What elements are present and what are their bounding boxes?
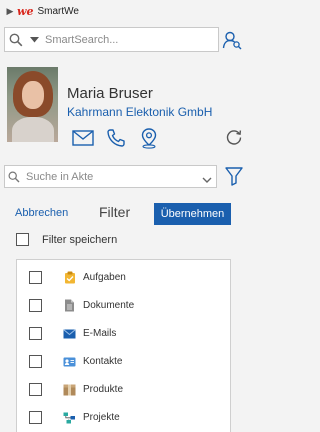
checkbox[interactable] (29, 271, 42, 284)
filter-title: Filter (99, 204, 131, 220)
cancel-button[interactable]: Abbrechen (15, 207, 68, 219)
checkbox[interactable] (29, 327, 42, 340)
list-item-aufgaben[interactable]: Aufgaben (17, 264, 230, 292)
document-icon (63, 299, 76, 312)
checkbox[interactable] (29, 299, 42, 312)
smartsearch-input[interactable] (41, 29, 211, 50)
user-search-icon[interactable] (221, 29, 243, 51)
search-scope-dropdown-icon[interactable] (27, 28, 41, 51)
filter-funnel-icon[interactable] (225, 166, 243, 186)
contact-company-link[interactable]: Kahrmann Elektonik GmbH (67, 105, 212, 119)
list-item-label: Aufgaben (83, 272, 126, 283)
map-pin-icon[interactable] (137, 126, 161, 150)
save-filter-checkbox[interactable] (16, 233, 29, 246)
email-icon[interactable] (71, 126, 95, 150)
akte-search-input[interactable] (23, 166, 193, 187)
project-icon (63, 411, 76, 424)
checkbox[interactable] (29, 411, 42, 424)
contact-card-icon (63, 355, 76, 368)
akte-search-box (4, 165, 217, 188)
smartsearch-box (4, 27, 219, 52)
list-item-label: Kontakte (83, 356, 123, 367)
collapse-chevron-icon[interactable]: ▶ (3, 6, 17, 17)
contact-name: Maria Bruser (67, 85, 153, 102)
app-title: SmartWe (37, 5, 79, 17)
chevron-down-icon[interactable] (202, 172, 212, 183)
list-item-dokumente[interactable]: Dokumente (17, 292, 230, 320)
save-filter-label: Filter speichern (42, 233, 118, 246)
list-item-label: E-Mails (83, 328, 117, 339)
apply-button[interactable]: Übernehmen (154, 203, 231, 225)
save-filter-row[interactable]: Filter speichern (16, 233, 117, 246)
list-item-projekte[interactable]: Projekte (17, 404, 230, 432)
email-icon (63, 327, 76, 340)
list-item-label: Produkte (83, 384, 124, 395)
search-icon[interactable] (5, 166, 23, 187)
list-item-produkte[interactable]: Produkte (17, 376, 230, 404)
phone-icon[interactable] (104, 126, 128, 150)
contact-avatar (7, 67, 58, 142)
list-item-label: Projekte (83, 412, 120, 423)
refresh-icon[interactable] (225, 128, 243, 146)
product-box-icon (63, 383, 76, 396)
title-bar: ▶ we SmartWe (0, 0, 245, 22)
search-icon[interactable] (5, 28, 27, 51)
smartwe-logo: we (17, 4, 34, 18)
filter-list: Aufgaben Dokumente E-Mails Kontakte Prod… (16, 259, 231, 432)
list-item-kontakte[interactable]: Kontakte (17, 348, 230, 376)
checkbox[interactable] (29, 355, 42, 368)
task-icon (63, 271, 76, 284)
list-item-label: Dokumente (83, 300, 135, 311)
list-item-emails[interactable]: E-Mails (17, 320, 230, 348)
checkbox[interactable] (29, 383, 42, 396)
